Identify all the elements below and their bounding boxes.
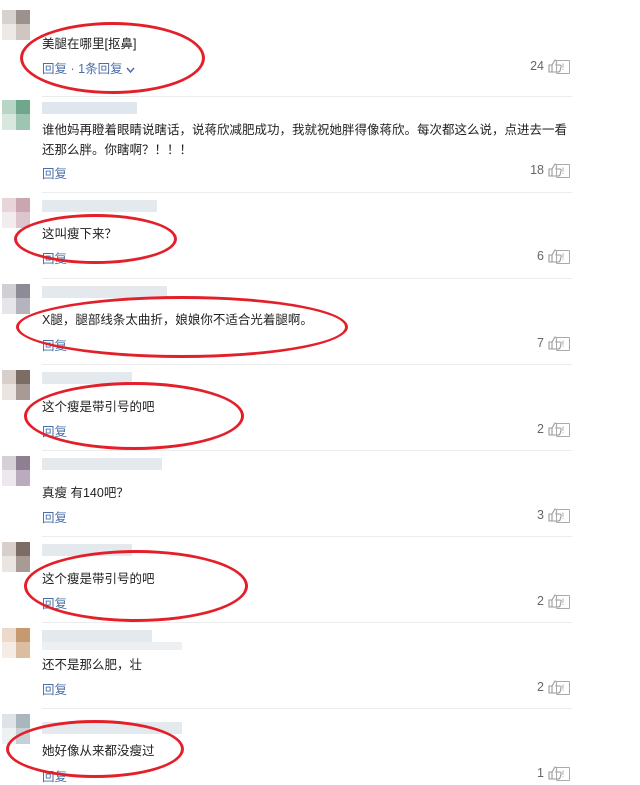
report-flag-icon[interactable]: !: [556, 337, 570, 351]
like-count: 2: [537, 422, 544, 436]
avatar[interactable]: [2, 10, 30, 40]
report-flag-icon[interactable]: !: [556, 509, 570, 523]
like-count: 2: [537, 680, 544, 694]
comment-text: 这叫瘦下来？: [42, 227, 118, 241]
report-flag-icon[interactable]: !: [556, 423, 570, 437]
username-redacted: [42, 642, 182, 650]
username-redacted: [42, 102, 137, 114]
like-count: 7: [537, 336, 544, 350]
avatar[interactable]: [2, 542, 30, 572]
comment-text: 还不是那么肥，壮: [42, 658, 143, 672]
reply-link[interactable]: 回复: [42, 507, 67, 526]
comment-item: X腿，腿部线条太曲折，娘娘你不适合光着腿啊。 回复 7 !: [0, 278, 640, 364]
username-redacted: [42, 544, 132, 556]
chevron-down-icon[interactable]: [126, 67, 135, 74]
comment-text: 这个瘦是带引号的吧: [42, 400, 155, 414]
comment-text: 真瘦 有140吧？: [42, 486, 129, 500]
avatar[interactable]: [2, 100, 30, 130]
comment-item: 谁他妈再瞪着眼睛说瞎话，说蒋欣减肥成功，我就祝她胖得像蒋欣。每次都这么说，点进去…: [0, 96, 640, 192]
reply-link[interactable]: 回复: [42, 679, 67, 698]
report-flag-icon[interactable]: !: [556, 595, 570, 609]
like-count: 1: [537, 766, 544, 780]
avatar[interactable]: [2, 628, 30, 658]
reply-link[interactable]: 回复 · 1条回复: [42, 58, 135, 77]
username-redacted: [42, 200, 157, 212]
comment-item: 美腿在哪里[抠鼻] 回复 · 1条回复 24 !: [0, 0, 640, 96]
reply-link[interactable]: 回复: [42, 421, 67, 440]
avatar[interactable]: [2, 198, 30, 228]
comment-text: 这个瘦是带引号的吧: [42, 572, 155, 586]
reply-link[interactable]: 回复: [42, 248, 67, 267]
comment-text: 谁他妈再瞪着眼睛说瞎话，说蒋欣减肥成功，我就祝她胖得像蒋欣。每次都这么说，点进去…: [42, 123, 568, 157]
avatar[interactable]: [2, 714, 30, 744]
username-redacted: [42, 458, 162, 470]
like-count: 3: [537, 508, 544, 522]
reply-link[interactable]: 回复: [42, 335, 67, 354]
report-flag-icon[interactable]: !: [556, 767, 570, 781]
like-count: 2: [537, 594, 544, 608]
username-redacted: [42, 722, 182, 734]
like-count: 24: [530, 59, 544, 73]
comment-item: 她好像从来都没瘦过 回复 1 !: [0, 708, 640, 784]
avatar[interactable]: [2, 284, 30, 314]
username-redacted: [42, 286, 167, 298]
comment-text: X腿，腿部线条太曲折，娘娘你不适合光着腿啊。: [42, 313, 313, 327]
view-replies-link[interactable]: · 1条回复: [67, 62, 122, 76]
like-count: 6: [537, 249, 544, 263]
username-redacted: [42, 630, 152, 642]
avatar[interactable]: [2, 370, 30, 400]
comment-item: 还不是那么肥，壮 回复 2 !: [0, 622, 640, 708]
reply-link[interactable]: 回复: [42, 163, 67, 182]
report-flag-icon[interactable]: !: [556, 681, 570, 695]
reply-link[interactable]: 回复: [42, 766, 67, 785]
comment-item: 这个瘦是带引号的吧 回复 2 !: [0, 364, 640, 450]
comment-text: 美腿在哪里[抠鼻]: [42, 37, 137, 51]
avatar[interactable]: [2, 456, 30, 486]
reply-link[interactable]: 回复: [42, 593, 67, 612]
comment-item: 这个瘦是带引号的吧 回复 2 !: [0, 536, 640, 622]
report-flag-icon[interactable]: !: [556, 164, 570, 178]
report-flag-icon[interactable]: !: [556, 250, 570, 264]
comment-item: 真瘦 有140吧？ 回复 3 !: [0, 450, 640, 536]
comment-item: 这叫瘦下来？ 回复 6 !: [0, 192, 640, 278]
report-flag-icon[interactable]: !: [556, 60, 570, 74]
comment-text: 她好像从来都没瘦过: [42, 744, 155, 758]
like-count: 18: [530, 163, 544, 177]
username-redacted: [42, 372, 132, 384]
